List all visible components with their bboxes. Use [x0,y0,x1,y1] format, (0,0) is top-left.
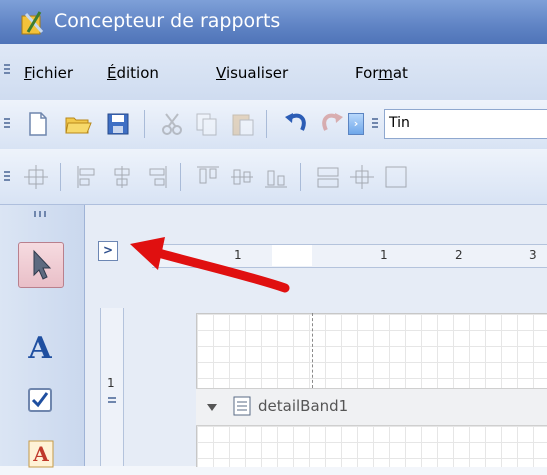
toolbar-overflow-chevron-icon[interactable]: › [348,113,364,135]
align-lefts-icon[interactable] [74,163,102,191]
undo-icon[interactable] [282,110,310,138]
align-rights-icon[interactable] [142,163,170,191]
richtext-tool[interactable]: A [18,427,62,471]
checkbox-icon [28,388,52,412]
toolbar-separator [266,110,267,138]
layout-toolbar [0,149,547,205]
menubar-grip[interactable] [4,62,11,76]
toolbox-grip-icon[interactable] [33,211,49,217]
vertical-ruler: 1 [100,308,124,466]
collapse-triangle-icon[interactable] [206,401,218,413]
align-tops-icon[interactable] [194,163,222,191]
window-title: Concepteur de rapports [54,10,281,32]
font-name-value: Tin [389,115,410,131]
menu-format[interactable]: Format [355,64,408,82]
menu-fichier[interactable]: Fichier [24,64,73,82]
svg-text:A: A [27,331,52,366]
menu-bar: Fichier Édition Visualiser Format [0,44,547,101]
checkbox-tool[interactable] [18,378,62,422]
align-centers-icon[interactable] [108,163,136,191]
ruler-label: 1 [107,376,115,390]
font-name-combo[interactable]: Tin [384,109,547,139]
richtext-icon: A [28,440,54,468]
toolbar-separator [300,163,301,191]
title-bar: Concepteur de rapports [0,0,547,44]
toolbar-grip-icon[interactable] [4,169,10,183]
ruler-label: 2 [455,248,463,262]
toolbar-separator [144,110,145,138]
toolbar-grip-icon[interactable] [4,116,10,130]
band-icon [233,396,251,416]
center-horizontally-icon[interactable] [348,163,376,191]
size-to-grid-icon[interactable] [382,163,410,191]
ruler-label: 1 [380,248,388,262]
expand-panel-button[interactable]: > [98,241,118,261]
detail-band-header[interactable]: detailBand1 [196,388,547,426]
align-bottoms-icon[interactable] [262,163,290,191]
label-a-icon: A [27,331,52,366]
pointer-icon [33,249,52,280]
pointer-tool[interactable] [18,242,64,288]
label-tool[interactable]: A [18,325,62,369]
toolbar-separator [60,163,61,191]
new-file-icon[interactable] [24,110,52,138]
menu-visualiser[interactable]: Visualiser [216,64,288,82]
toolbar-grip-icon[interactable] [372,116,378,130]
toolbox-panel: A A [0,205,85,468]
toolbar-separator [180,163,181,191]
ruler-band-grip-icon[interactable] [108,396,116,406]
standard-toolbar: › Tin [0,100,547,150]
ruler-label: 3 [529,248,537,262]
redo-icon[interactable] [318,110,346,138]
cut-icon[interactable] [158,110,186,138]
annotation-arrow-icon [130,237,290,293]
align-middles-icon[interactable] [228,163,256,191]
open-folder-icon[interactable] [64,110,92,138]
same-size-icon[interactable] [314,163,342,191]
paste-icon[interactable] [229,110,257,138]
report-designer-icon [21,11,44,35]
copy-icon[interactable] [193,110,221,138]
menu-edition[interactable]: Édition [107,64,159,82]
svg-text:A: A [32,442,49,466]
save-icon[interactable] [104,110,132,138]
margin-guide [312,313,313,388]
band-label: detailBand1 [258,397,349,415]
align-to-grid-icon[interactable] [22,163,50,191]
